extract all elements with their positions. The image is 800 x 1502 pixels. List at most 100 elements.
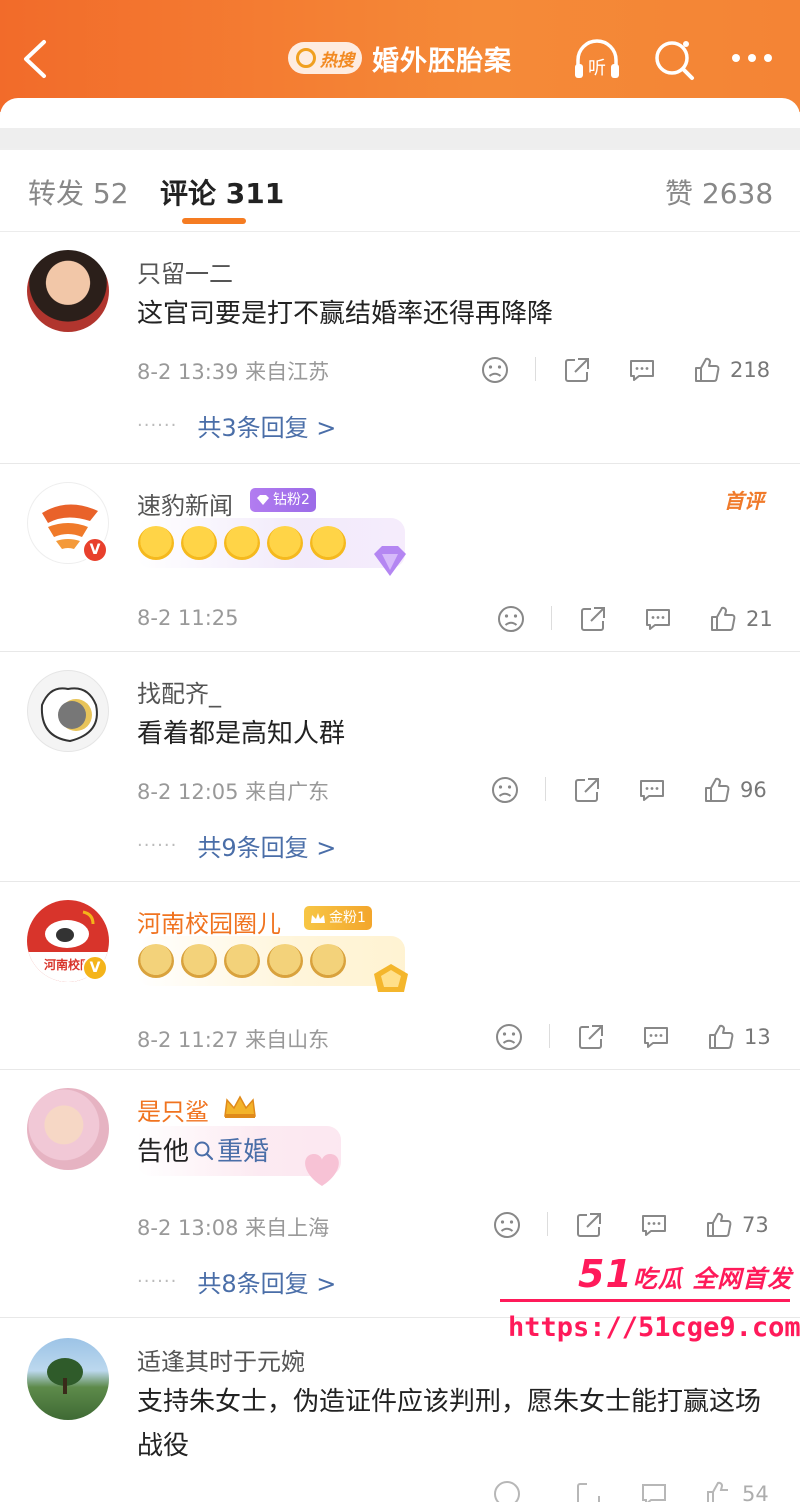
tab-likes[interactable]: 赞 2638 (665, 172, 773, 212)
tab-likes-count: 2638 (701, 177, 774, 210)
search-icon (296, 48, 316, 68)
watermark-url: https://51cge9.com (508, 1312, 800, 1343)
active-tab-indicator (182, 218, 246, 224)
thumbs-up-icon (695, 357, 720, 382)
listen-button[interactable]: 听 (572, 36, 622, 82)
share-button[interactable] (574, 1476, 604, 1502)
divider (545, 777, 546, 801)
like-button[interactable]: 218 (692, 352, 770, 388)
share-button[interactable] (574, 1207, 604, 1243)
topic-search-text: 重婚 (217, 1137, 270, 1167)
header-card-edge (0, 98, 800, 128)
share-button[interactable] (576, 1019, 606, 1055)
share-icon (577, 1213, 601, 1237)
comment-actions: 96 (490, 772, 780, 808)
view-replies-link[interactable]: ······ 共8条回复 > (137, 1264, 336, 1299)
dislike-button[interactable] (490, 772, 520, 808)
share-icon (579, 1025, 603, 1049)
search-icon (655, 41, 694, 80)
avatar[interactable] (27, 1338, 109, 1420)
like-button[interactable]: 73 (704, 1207, 769, 1243)
tab-comments-label: 评论 (160, 177, 217, 210)
share-icon (577, 1483, 600, 1502)
sad-face-icon (482, 357, 508, 383)
tab-likes-label: 赞 (665, 177, 694, 210)
share-icon (581, 607, 605, 631)
dislike-button[interactable] (496, 601, 526, 637)
crown-badge-icon[interactable] (222, 1094, 258, 1120)
dislike-button[interactable] (492, 1207, 522, 1243)
avatar[interactable] (27, 670, 109, 752)
share-button[interactable] (572, 772, 602, 808)
reply-button[interactable] (639, 1207, 669, 1243)
emoji-icon (181, 526, 217, 560)
share-button[interactable] (578, 601, 608, 637)
like-count: 13 (744, 1025, 771, 1049)
diamond-decoration-icon (374, 546, 406, 576)
tab-reposts-count: 52 (92, 177, 129, 210)
reply-button[interactable] (639, 1476, 669, 1502)
sad-face-icon (492, 777, 518, 803)
gold-gem-decoration-icon (374, 964, 408, 992)
username[interactable]: 只留一二 (137, 254, 233, 289)
topic-search-link[interactable]: 重婚 (189, 1137, 269, 1167)
comment-icon (642, 1215, 666, 1236)
username[interactable]: 速豹新闻 (137, 486, 233, 521)
divider (549, 1024, 550, 1048)
emoji-icon (138, 526, 174, 560)
like-button[interactable]: 13 (706, 1019, 771, 1055)
comment-meta: 8-2 13:39 来自江苏 (137, 360, 330, 384)
username[interactable]: 是只鲨 (137, 1092, 209, 1127)
reply-button[interactable] (637, 772, 667, 808)
comment-text-prefix: 告他 (137, 1137, 190, 1167)
comment-item: 适逢其时于元婉 支持朱女士，伪造证件应该判刑，愿朱女士能打赢这场战役 54 (0, 1318, 800, 1502)
hot-search-badge: 热搜 (288, 42, 362, 74)
like-button[interactable]: 96 (702, 772, 767, 808)
dislike-button[interactable] (494, 1019, 524, 1055)
username[interactable]: 河南校园圈儿 (137, 904, 281, 939)
watermark-number: 51 (578, 1252, 633, 1296)
sad-face-icon (494, 1481, 520, 1502)
divider (551, 606, 552, 630)
fan-badge[interactable]: 钻粉2 (250, 488, 316, 512)
verified-badge-icon: V (82, 955, 108, 981)
view-replies-link[interactable]: ······ 共3条回复 > (137, 408, 336, 443)
search-button[interactable] (650, 36, 700, 82)
chevron-left-icon (24, 40, 46, 78)
reply-button[interactable] (643, 601, 673, 637)
tab-comments[interactable]: 评论 311 (160, 172, 284, 212)
dots-icon: ······ (137, 415, 178, 436)
comment-meta: 8-2 12:05 来自广东 (137, 780, 330, 804)
divider (535, 357, 536, 381)
username[interactable]: 找配齐_ (137, 674, 221, 709)
tab-bar: 转发 52 评论 311 赞 2638 (0, 148, 800, 232)
tab-reposts[interactable]: 转发 52 (28, 172, 129, 212)
fan-badge-label: 钻粉2 (273, 492, 310, 508)
dislike-button[interactable] (480, 352, 510, 388)
fan-badge[interactable]: 金粉1 (304, 906, 372, 930)
page-title: 婚外胚胎案 (372, 45, 512, 77)
avatar[interactable] (27, 1088, 109, 1170)
doge-emoji-icon (138, 944, 174, 978)
more-dots-icon (732, 54, 772, 62)
verified-badge-icon: V (82, 537, 108, 563)
more-button[interactable] (728, 36, 778, 82)
comment-item: 河南校园 V 河南校园圈儿 金粉1 8-2 11:27 来自山东 13 (0, 882, 800, 1070)
reply-button[interactable] (641, 1019, 671, 1055)
like-button[interactable]: 21 (708, 601, 773, 637)
back-button[interactable] (16, 34, 56, 84)
header-title-group[interactable]: 热搜 婚外胚胎案 (288, 36, 512, 80)
reply-button[interactable] (627, 352, 657, 388)
share-button[interactable] (562, 352, 592, 388)
username[interactable]: 适逢其时于元婉 (137, 1342, 305, 1377)
dislike-button[interactable] (492, 1476, 522, 1502)
comment-actions: 73 (492, 1207, 782, 1243)
view-replies-link[interactable]: ······ 共9条回复 > (137, 828, 336, 863)
comment-text: 这官司要是打不赢结婚率还得再降降 (137, 299, 554, 329)
header-divider (0, 128, 800, 148)
like-count: 54 (742, 1482, 769, 1502)
avatar[interactable] (27, 250, 109, 332)
thumbs-up-icon (707, 1212, 732, 1237)
watermark-brand: 51吃瓜 全网首发 (578, 1252, 792, 1296)
like-button[interactable]: 54 (704, 1476, 769, 1502)
